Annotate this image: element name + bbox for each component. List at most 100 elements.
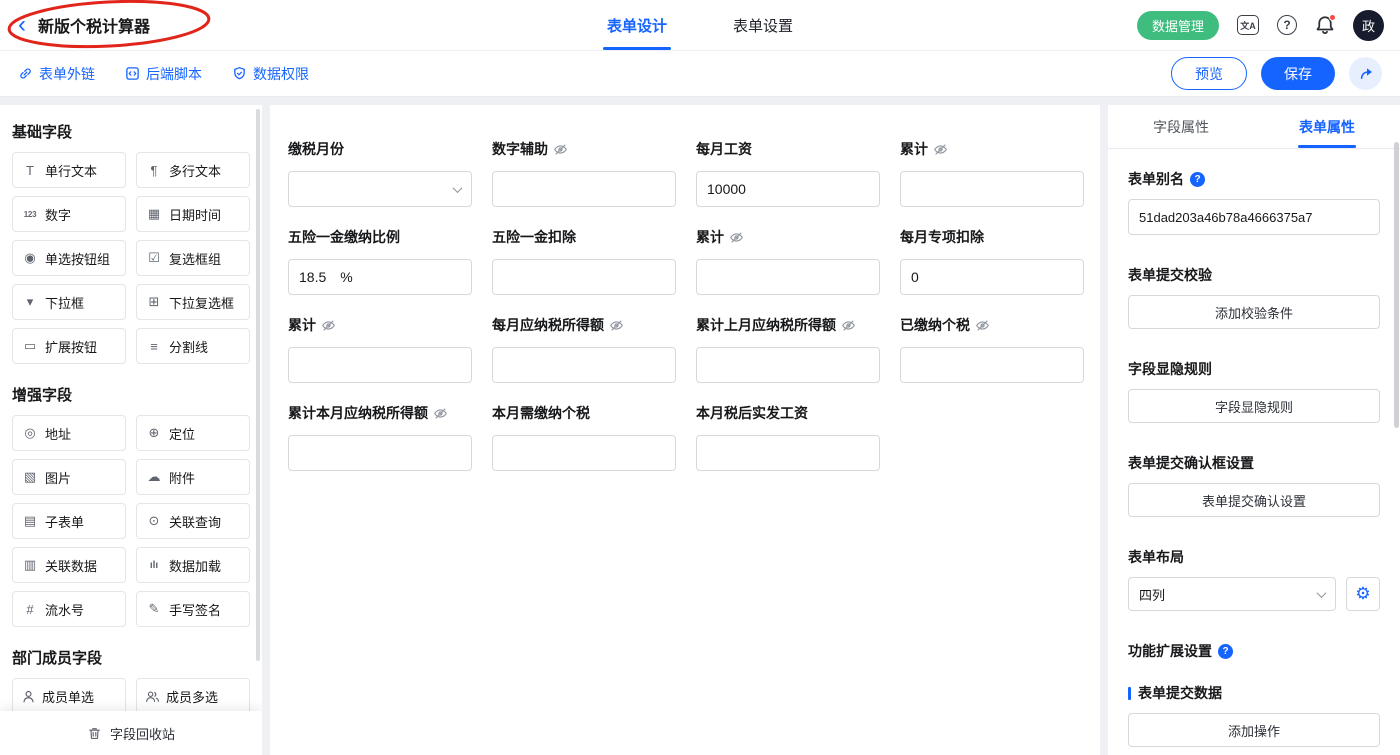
backend-script-link[interactable]: 后端脚本 (125, 64, 202, 84)
sidebar-item[interactable]: ▥关联数据 (12, 547, 126, 583)
sidebar-item[interactable]: ⊞下拉复选框 (136, 284, 250, 320)
data-manage-button[interactable]: 数据管理 (1137, 11, 1219, 40)
submit-data-add-button[interactable]: 添加操作 (1128, 713, 1380, 747)
form-field[interactable]: 累计本月应纳税所得额 (288, 403, 472, 471)
layout-settings-button[interactable]: ⚙ (1346, 577, 1380, 611)
field-input[interactable] (288, 435, 472, 471)
sidebar-item[interactable]: ☁附件 (136, 459, 250, 495)
extension-help-icon[interactable]: ? (1218, 644, 1233, 659)
eye-invisible-icon (321, 318, 336, 333)
tab-form-design[interactable]: 表单设计 (603, 0, 671, 50)
unit-suffix: % (340, 269, 352, 285)
layout-select[interactable]: 四列 (1128, 577, 1336, 611)
form-field[interactable]: 数字辅助 (492, 139, 676, 207)
sidebar-item[interactable]: ▦日期时间 (136, 196, 250, 232)
sidebar-item[interactable]: ⊙关联查询 (136, 503, 250, 539)
sidebar-item[interactable]: ⊕定位 (136, 415, 250, 451)
form-field[interactable]: 本月税后实发工资 (696, 403, 880, 471)
sidebar-item[interactable]: 成员多选 (136, 678, 250, 714)
item-label: 复选框组 (169, 249, 221, 268)
field-input[interactable] (696, 171, 880, 207)
sidebar-item[interactable]: ☑ 复选框组 (136, 240, 250, 276)
notification-bell-icon[interactable] (1315, 15, 1335, 35)
field-input[interactable] (492, 259, 676, 295)
item-label: 附件 (169, 468, 195, 487)
field-input[interactable] (900, 171, 1084, 207)
eye-invisible-icon (729, 230, 744, 245)
field-input[interactable] (696, 259, 880, 295)
item-label: 数字 (45, 205, 71, 224)
sidebar-item[interactable]: ◎地址 (12, 415, 126, 451)
eye-invisible-icon (609, 318, 624, 333)
sidebar-item[interactable]: #流水号 (12, 591, 126, 627)
field-recycle-bin[interactable]: 字段回收站 (0, 711, 262, 755)
language-icon[interactable]: 文A (1237, 15, 1259, 35)
field-select[interactable] (288, 171, 472, 207)
alias-help-icon[interactable]: ? (1190, 172, 1205, 187)
share-icon (1358, 66, 1374, 82)
user-avatar[interactable]: 政 (1353, 10, 1384, 41)
tab-field-properties[interactable]: 字段属性 (1108, 105, 1254, 148)
sidebar-item[interactable]: T单行文本 (12, 152, 126, 188)
data-permission-link[interactable]: 数据权限 (232, 64, 309, 84)
section-title: 增强字段 (12, 384, 250, 405)
sidebar-item[interactable]: ¶多行文本 (136, 152, 250, 188)
sidebar-item[interactable]: ▭扩展按钮 (12, 328, 126, 364)
sidebar-item[interactable]: ✎手写签名 (136, 591, 250, 627)
form-field[interactable]: 累计 (696, 227, 880, 295)
preview-button[interactable]: 预览 (1171, 57, 1247, 90)
sidebar-item[interactable]: ▤子表单 (12, 503, 126, 539)
subform-icon: ▤ (21, 513, 39, 529)
form-field[interactable]: 五险一金缴纳比例 18.5% (288, 227, 472, 295)
sidebar-scrollbar[interactable] (256, 109, 260, 661)
field-label: 数字辅助 (492, 139, 548, 159)
visibility-rules-button[interactable]: 字段显隐规则 (1128, 389, 1380, 423)
sidebar-item[interactable]: ılı数据加载 (136, 547, 250, 583)
sidebar-item[interactable]: ≡分割线 (136, 328, 250, 364)
form-field[interactable]: 本月需缴纳个税 (492, 403, 676, 471)
item-label: 地址 (45, 424, 71, 443)
window-scrollbar[interactable] (1394, 142, 1399, 428)
item-label: 成员多选 (166, 687, 218, 706)
form-field[interactable]: 累计上月应纳税所得额 (696, 315, 880, 383)
form-field[interactable]: 五险一金扣除 (492, 227, 676, 295)
field-input[interactable] (492, 435, 676, 471)
field-input[interactable] (900, 347, 1084, 383)
item-label: 多行文本 (169, 161, 221, 180)
tab-form-settings[interactable]: 表单设置 (729, 0, 797, 50)
eye-invisible-icon (553, 142, 568, 157)
data-load-icon: ılı (145, 560, 163, 571)
form-field[interactable]: 累计 (288, 315, 472, 383)
form-canvas[interactable]: 缴税月份 数字辅助 每月工资 累计 五险一金缴纳比例 18. (270, 105, 1100, 755)
help-icon[interactable]: ? (1277, 15, 1297, 35)
submit-confirm-button[interactable]: 表单提交确认设置 (1128, 483, 1380, 517)
sidebar-item[interactable]: ◉单选按钮组 (12, 240, 126, 276)
sidebar-item[interactable]: 123数字 (12, 196, 126, 232)
item-label: 成员单选 (42, 687, 94, 706)
field-input[interactable] (696, 435, 880, 471)
form-field[interactable]: 每月应纳税所得额 (492, 315, 676, 383)
sidebar-item[interactable]: 成员单选 (12, 678, 126, 714)
sidebar-item[interactable]: ▧图片 (12, 459, 126, 495)
back-button[interactable]: ‹ (16, 13, 28, 37)
form-field[interactable]: 已缴纳个税 (900, 315, 1084, 383)
form-field[interactable]: 缴税月份 (288, 139, 472, 207)
field-input[interactable] (492, 347, 676, 383)
data-permission-icon (232, 66, 247, 81)
share-button[interactable] (1349, 57, 1382, 90)
form-external-link[interactable]: 表单外链 (18, 64, 95, 84)
field-input[interactable] (900, 259, 1084, 295)
field-input[interactable]: 18.5% (288, 259, 472, 295)
sidebar-item[interactable]: ▾下拉框 (12, 284, 126, 320)
form-field[interactable]: 每月专项扣除 (900, 227, 1084, 295)
field-input[interactable] (696, 347, 880, 383)
field-input[interactable] (492, 171, 676, 207)
save-button[interactable]: 保存 (1261, 57, 1335, 90)
tab-form-properties[interactable]: 表单属性 (1254, 105, 1400, 148)
form-field[interactable]: 累计 (900, 139, 1084, 207)
form-field[interactable]: 每月工资 (696, 139, 880, 207)
checkbox-group-icon: ☑ (145, 250, 163, 266)
field-input[interactable] (288, 347, 472, 383)
add-validation-button[interactable]: 添加校验条件 (1128, 295, 1380, 329)
form-alias-input[interactable] (1128, 199, 1380, 235)
